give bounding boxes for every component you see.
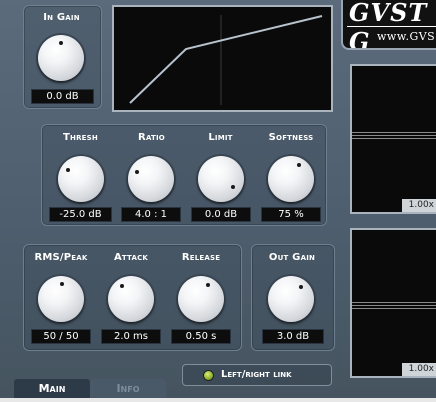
limit-value[interactable]: 0.0 dB [191, 207, 251, 222]
knob-indicator [120, 284, 124, 288]
limit-knob[interactable] [198, 156, 244, 202]
knob-indicator [297, 163, 301, 167]
meter-gridline [352, 138, 436, 139]
meter-zoom-label[interactable]: 1.00x [402, 199, 436, 212]
meter-gridline [352, 135, 436, 136]
footer-strip [0, 398, 436, 402]
meter-gridline [352, 132, 436, 133]
in-gain-value[interactable]: 0.0 dB [31, 89, 94, 104]
compressor-plugin-window: In Gain 0.0 dB GVST G www.GVS 1.00x 1.00… [0, 0, 436, 398]
in-gain-knob[interactable] [38, 35, 84, 81]
knob-indicator [231, 185, 235, 189]
brand-logo: GVST G www.GVS [341, 0, 436, 50]
softness-knob[interactable] [268, 156, 314, 202]
out-gain-knob[interactable] [268, 276, 314, 322]
out-gain-value[interactable]: 3.0 dB [262, 329, 324, 344]
rms-peak-label: RMS/Peak [34, 252, 88, 263]
transfer-curve-display [112, 5, 333, 112]
ratio-knob[interactable] [128, 156, 174, 202]
knob-indicator [206, 283, 210, 287]
meter-zoom-label[interactable]: 1.00x [402, 363, 436, 376]
knob-indicator [135, 170, 139, 174]
knob-indicator [299, 285, 303, 289]
attack-value[interactable]: 2.0 ms [101, 329, 161, 344]
release-knob[interactable] [178, 276, 224, 322]
attack-knob[interactable] [108, 276, 154, 322]
level-meter-bottom: 1.00x [350, 228, 436, 378]
release-label: Release [181, 252, 221, 263]
out-gain-label: Out Gain [268, 252, 316, 263]
tab-main[interactable]: Main [14, 379, 90, 398]
softness-value[interactable]: 75 % [261, 207, 321, 222]
thresh-knob[interactable] [58, 156, 104, 202]
rms-peak-knob[interactable] [38, 276, 84, 322]
meter-gridline [352, 302, 436, 303]
tab-info[interactable]: Info [90, 379, 166, 398]
ratio-label: Ratio [138, 132, 165, 143]
level-meter-top: 1.00x [350, 64, 436, 214]
logo-underline [347, 26, 436, 27]
link-led-icon [204, 371, 213, 380]
rms-peak-value[interactable]: 50 / 50 [31, 329, 91, 344]
knob-indicator [60, 282, 64, 286]
in-gain-label: In Gain [43, 12, 80, 23]
thresh-label: Thresh [63, 132, 98, 143]
left-right-link-toggle[interactable]: Left/right link [182, 364, 332, 386]
knob-indicator [66, 168, 70, 172]
logo-url: www.GVS [377, 30, 436, 43]
meter-gridline [352, 305, 436, 306]
thresh-value[interactable]: -25.0 dB [49, 207, 112, 222]
transfer-curve-graph [129, 15, 323, 105]
ratio-value[interactable]: 4.0 : 1 [121, 207, 181, 222]
knob-indicator [59, 41, 63, 45]
compression-curve [129, 15, 323, 104]
release-value[interactable]: 0.50 s [171, 329, 231, 344]
attack-label: Attack [113, 252, 149, 263]
limit-label: Limit [208, 132, 233, 143]
softness-label: Softness [268, 132, 314, 143]
link-label: Left/right link [221, 369, 292, 380]
meter-gridline [352, 308, 436, 309]
